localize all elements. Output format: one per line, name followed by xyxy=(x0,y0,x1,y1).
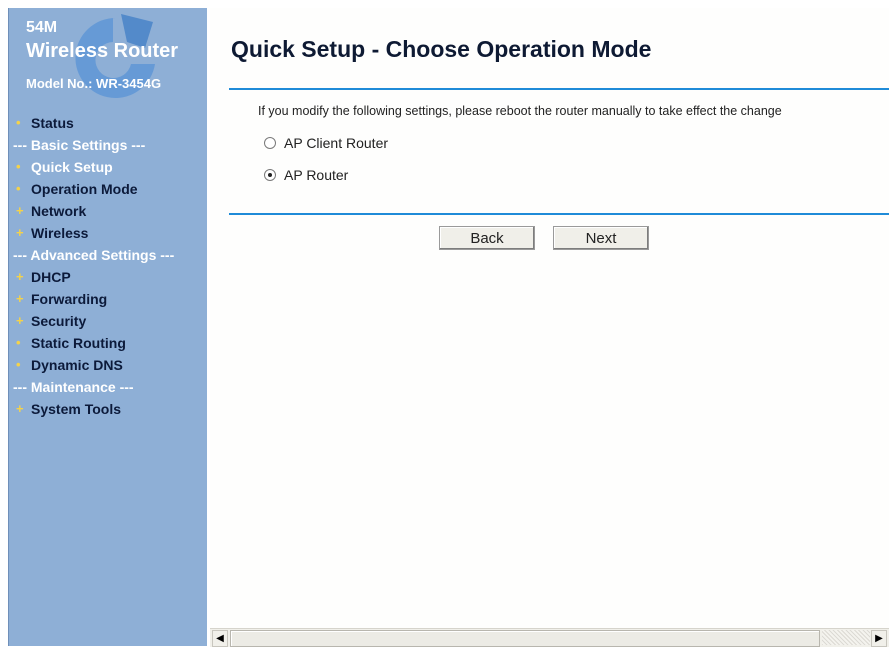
bullet-icon: • xyxy=(16,115,21,130)
sidebar-item-quick-setup[interactable]: • Quick Setup xyxy=(9,156,207,178)
sidebar-item-label: Quick Setup xyxy=(31,159,113,175)
radio-option-ap-client-router[interactable]: AP Client Router xyxy=(264,133,388,153)
sidebar-item-label: Operation Mode xyxy=(31,181,138,197)
section-advanced-settings: --- Advanced Settings --- xyxy=(9,244,207,266)
sidebar-item-label: System Tools xyxy=(31,401,121,417)
sidebar: 54M Wireless Router Model No.: WR-3454G … xyxy=(8,8,207,646)
expand-plus-icon: + xyxy=(16,401,24,416)
expand-plus-icon: + xyxy=(16,269,24,284)
scroll-right-arrow-icon[interactable]: ▶ xyxy=(871,630,887,647)
expand-plus-icon: + xyxy=(16,203,24,218)
bullet-icon: • xyxy=(16,159,21,174)
next-button[interactable]: Next xyxy=(553,226,649,250)
sidebar-item-label: Network xyxy=(31,203,87,219)
section-label: --- Advanced Settings --- xyxy=(13,247,175,263)
sidebar-item-system-tools[interactable]: + System Tools xyxy=(9,398,207,420)
expand-plus-icon: + xyxy=(16,313,24,328)
bullet-icon: • xyxy=(16,335,21,350)
expand-plus-icon: + xyxy=(16,291,24,306)
scroll-left-arrow-icon[interactable]: ◀ xyxy=(212,630,228,647)
section-label: --- Basic Settings --- xyxy=(13,137,146,153)
scroll-track[interactable] xyxy=(822,630,870,645)
sidebar-item-operation-mode[interactable]: • Operation Mode xyxy=(9,178,207,200)
radio-option-ap-router[interactable]: AP Router xyxy=(264,165,348,185)
bullet-icon: • xyxy=(16,357,21,372)
expand-plus-icon: + xyxy=(16,225,24,240)
section-label: --- Maintenance --- xyxy=(13,379,134,395)
divider xyxy=(229,213,889,215)
sidebar-item-forwarding[interactable]: + Forwarding xyxy=(9,288,207,310)
sidebar-item-label: Dynamic DNS xyxy=(31,357,123,373)
sidebar-item-label: Status xyxy=(31,115,74,131)
radio-label: AP Router xyxy=(284,167,349,183)
sidebar-item-label: DHCP xyxy=(31,269,71,285)
sidebar-item-wireless[interactable]: + Wireless xyxy=(9,222,207,244)
divider xyxy=(229,88,889,90)
sidebar-item-static-routing[interactable]: • Static Routing xyxy=(9,332,207,354)
radio-button-selected[interactable] xyxy=(264,169,276,182)
logo: 54M Wireless Router Model No.: WR-3454G xyxy=(9,8,207,108)
scroll-thumb[interactable] xyxy=(230,630,820,647)
reboot-notice: If you modify the following settings, pl… xyxy=(258,104,782,118)
sidebar-item-label: Forwarding xyxy=(31,291,108,307)
section-maintenance: --- Maintenance --- xyxy=(9,376,207,398)
sidebar-menu: • Status --- Basic Settings --- • Quick … xyxy=(9,112,207,420)
sidebar-item-label: Static Routing xyxy=(31,335,126,351)
page-title: Quick Setup - Choose Operation Mode xyxy=(231,36,652,62)
section-basic-settings: --- Basic Settings --- xyxy=(9,134,207,156)
sidebar-item-network[interactable]: + Network xyxy=(9,200,207,222)
sidebar-item-label: Security xyxy=(31,313,87,329)
product-name-line1: 54M xyxy=(26,19,58,36)
model-number: Model No.: WR-3454G xyxy=(26,76,162,91)
bullet-icon: • xyxy=(16,181,21,196)
sidebar-item-dynamic-dns[interactable]: • Dynamic DNS xyxy=(9,354,207,376)
horizontal-scrollbar[interactable]: ◀ ▶ xyxy=(210,628,889,647)
sidebar-item-dhcp[interactable]: + DHCP xyxy=(9,266,207,288)
radio-button[interactable] xyxy=(264,137,276,150)
back-button[interactable]: Back xyxy=(439,226,535,250)
radio-label: AP Client Router xyxy=(284,135,389,151)
sidebar-item-label: Wireless xyxy=(31,225,89,241)
sidebar-item-status[interactable]: • Status xyxy=(9,112,207,134)
product-name-line2: Wireless Router xyxy=(26,40,179,62)
sidebar-item-security[interactable]: + Security xyxy=(9,310,207,332)
main-content: Quick Setup - Choose Operation Mode If y… xyxy=(210,8,889,638)
